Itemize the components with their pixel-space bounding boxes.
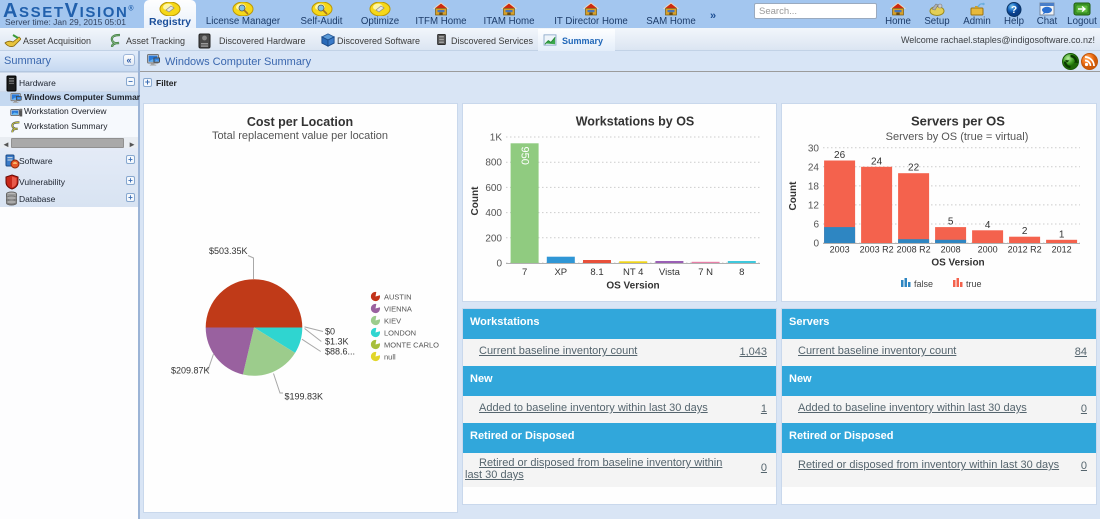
svg-text:2: 2 (1022, 226, 1028, 237)
svg-text:2008 R2: 2008 R2 (897, 245, 931, 255)
svg-text:24: 24 (871, 156, 883, 167)
svg-text:false: false (914, 279, 933, 289)
svg-text:2012: 2012 (1052, 245, 1072, 255)
svg-text:AUSTIN: AUSTIN (384, 292, 412, 301)
svg-text:Cost per Location: Cost per Location (247, 115, 353, 129)
svg-text:26: 26 (834, 150, 846, 161)
svg-text:2003 R2: 2003 R2 (860, 245, 894, 255)
svg-text:0: 0 (496, 259, 502, 270)
svg-text:0: 0 (813, 239, 819, 250)
svg-text:true: true (966, 279, 982, 289)
svg-text:12: 12 (808, 200, 820, 211)
svg-text:$199.83K: $199.83K (285, 392, 324, 402)
svg-text:6: 6 (813, 220, 819, 231)
svg-text:?: ? (1011, 5, 1017, 16)
svg-text:22: 22 (908, 163, 920, 174)
svg-text:7: 7 (522, 267, 527, 278)
svg-text:18: 18 (808, 181, 820, 192)
svg-text:2000: 2000 (978, 245, 998, 255)
svg-text:8: 8 (739, 267, 744, 278)
svg-text:1: 1 (1059, 229, 1065, 240)
svg-text:$503.35K: $503.35K (209, 246, 248, 256)
svg-text:$209.87K: $209.87K (171, 366, 210, 376)
svg-text:VIENNA: VIENNA (384, 304, 412, 313)
svg-text:8.1: 8.1 (590, 267, 603, 278)
svg-text:$0: $0 (325, 327, 335, 337)
svg-text:7 N: 7 N (698, 267, 713, 278)
svg-text:Count: Count (788, 181, 799, 211)
svg-text:200: 200 (485, 233, 502, 244)
svg-text:Servers per OS: Servers per OS (911, 114, 1005, 129)
svg-text:$1.3K: $1.3K (325, 337, 349, 347)
svg-text:30: 30 (808, 143, 820, 154)
svg-text:2003: 2003 (830, 245, 850, 255)
svg-text:800: 800 (485, 158, 502, 169)
svg-text:OS Version: OS Version (606, 281, 659, 292)
svg-text:5: 5 (948, 217, 954, 228)
svg-text:NT 4: NT 4 (623, 267, 643, 278)
svg-text:600: 600 (485, 183, 502, 194)
svg-text:Vista: Vista (659, 267, 681, 278)
svg-text:XP: XP (554, 267, 567, 278)
svg-text:Servers by OS (true = virtual): Servers by OS (true = virtual) (886, 131, 1029, 143)
svg-text:KIEV: KIEV (384, 316, 401, 325)
svg-text:OS Version: OS Version (931, 258, 984, 269)
svg-text:950: 950 (519, 147, 531, 165)
svg-text:Total replacement value per lo: Total replacement value per location (212, 130, 388, 142)
svg-text:Count: Count (470, 186, 481, 216)
svg-text:4: 4 (985, 220, 991, 231)
svg-text:Workstations by OS: Workstations by OS (576, 115, 695, 129)
svg-text:LONDON: LONDON (384, 328, 416, 337)
svg-text:2012 R2: 2012 R2 (1008, 245, 1042, 255)
svg-text:$88.6...: $88.6... (325, 347, 355, 357)
svg-text:MONTE CARLO: MONTE CARLO (384, 340, 439, 349)
svg-text:null: null (384, 352, 396, 361)
svg-text:2008: 2008 (941, 245, 961, 255)
svg-text:24: 24 (808, 162, 820, 173)
svg-text:400: 400 (485, 208, 502, 219)
svg-text:1K: 1K (490, 133, 503, 144)
